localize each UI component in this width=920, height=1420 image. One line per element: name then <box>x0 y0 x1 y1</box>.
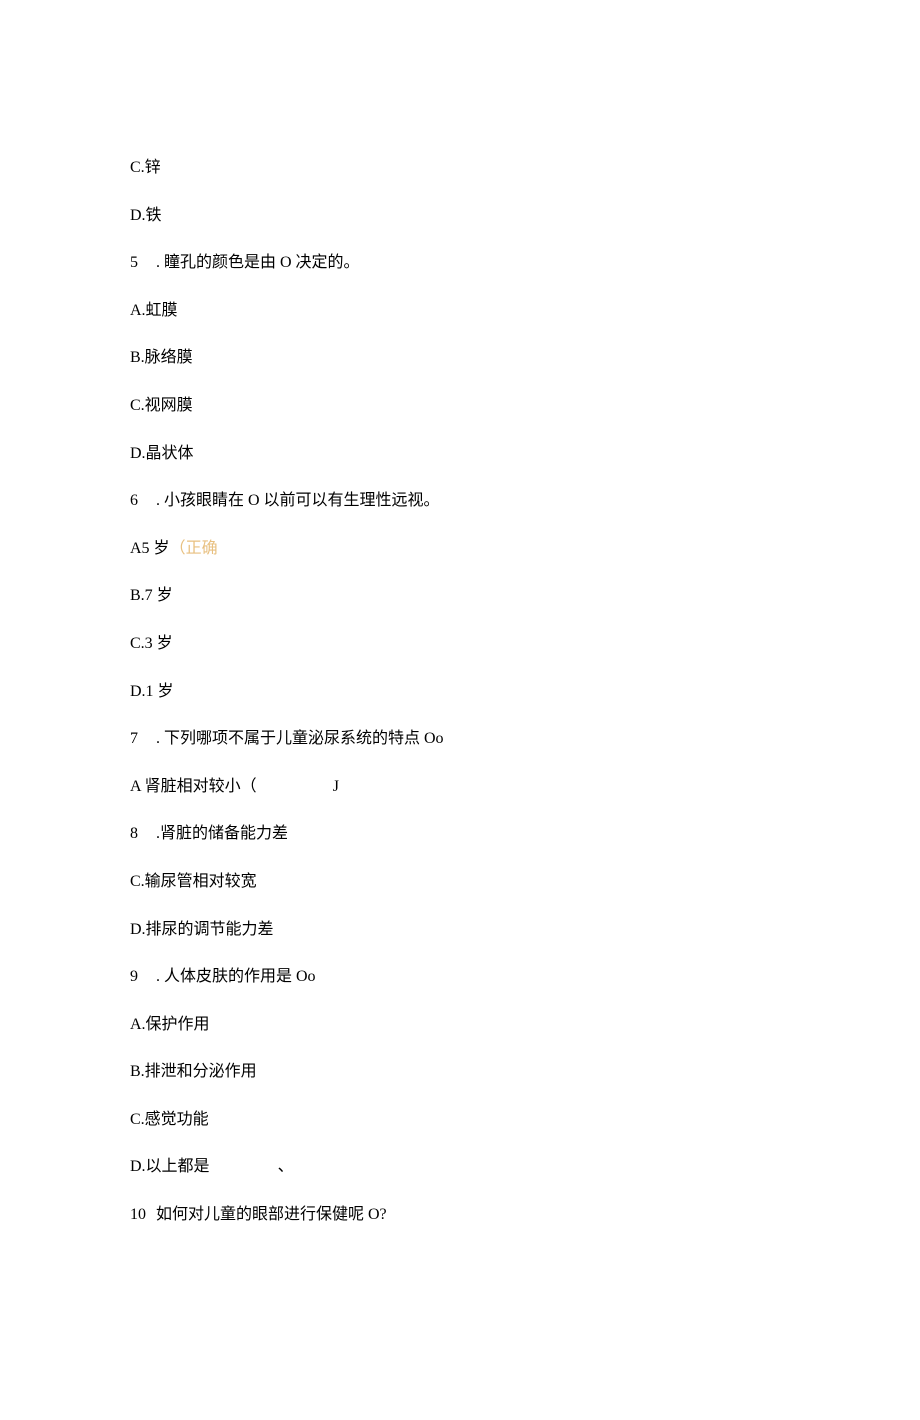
q7-option-b-text: .肾脏的储备能力差 <box>156 825 288 842</box>
q9-option-d: D.以上都是 、 <box>130 1154 790 1180</box>
q5-text: . 瞳孔的颜色是由 O 决定的。 <box>156 254 360 271</box>
q5-option-b: B.脉络膜 <box>130 345 790 371</box>
q9-text: . 人体皮肤的作用是 Oo <box>156 968 316 985</box>
q9-option-c: C.感觉功能 <box>130 1107 790 1133</box>
q7-number: 7 <box>130 726 138 752</box>
q5-stem: 5 . 瞳孔的颜色是由 O 决定的。 <box>130 250 790 276</box>
q7-option-a-prefix: A 肾脏相对较小（ <box>130 778 257 795</box>
q9-option-b: B.排泄和分泌作用 <box>130 1059 790 1085</box>
q6-option-a-text: A5 岁 <box>130 540 170 557</box>
q7-option-a-suffix: J <box>333 778 339 795</box>
q6-correct-note: （正确 <box>170 540 218 557</box>
q9-stem: 9 . 人体皮肤的作用是 Oo <box>130 964 790 990</box>
q6-option-b: B.7 岁 <box>130 583 790 609</box>
q10-stem: 10 如何对儿童的眼部进行保健呢 O? <box>130 1202 790 1228</box>
q7-option-d: D.排尿的调节能力差 <box>130 917 790 943</box>
q9-option-d-prefix: D.以上都是 <box>130 1158 210 1175</box>
q7-text: . 下列哪项不属于儿童泌尿系统的特点 Oo <box>156 730 444 747</box>
q10-text: 如何对儿童的眼部进行保健呢 O? <box>156 1206 387 1223</box>
q7-stem: 7 . 下列哪项不属于儿童泌尿系统的特点 Oo <box>130 726 790 752</box>
q4-option-d: D.铁 <box>130 203 790 229</box>
q5-option-d: D.晶状体 <box>130 441 790 467</box>
q6-text: . 小孩眼睛在 O 以前可以有生理性远视。 <box>156 492 440 509</box>
q6-option-c: C.3 岁 <box>130 631 790 657</box>
q7-option-b: 8 .肾脏的储备能力差 <box>130 821 790 847</box>
q6-option-a: A5 岁（正确 <box>130 536 790 562</box>
q6-number: 6 <box>130 488 138 514</box>
q7-option-a: A 肾脏相对较小（ J <box>130 774 790 800</box>
q5-option-c: C.视网膜 <box>130 393 790 419</box>
q10-number: 10 <box>130 1202 146 1228</box>
q9-option-a: A.保护作用 <box>130 1012 790 1038</box>
q5-option-a: A.虹膜 <box>130 298 790 324</box>
q7-option-c: C.输尿管相对较宽 <box>130 869 790 895</box>
q6-option-d: D.1 岁 <box>130 679 790 705</box>
q9-number: 9 <box>130 964 138 990</box>
q7-b-number: 8 <box>130 821 138 847</box>
q5-number: 5 <box>130 250 138 276</box>
q4-option-c: C.锌 <box>130 155 790 181</box>
q9-option-d-suffix: 、 <box>278 1158 294 1175</box>
q6-stem: 6 . 小孩眼睛在 O 以前可以有生理性远视。 <box>130 488 790 514</box>
